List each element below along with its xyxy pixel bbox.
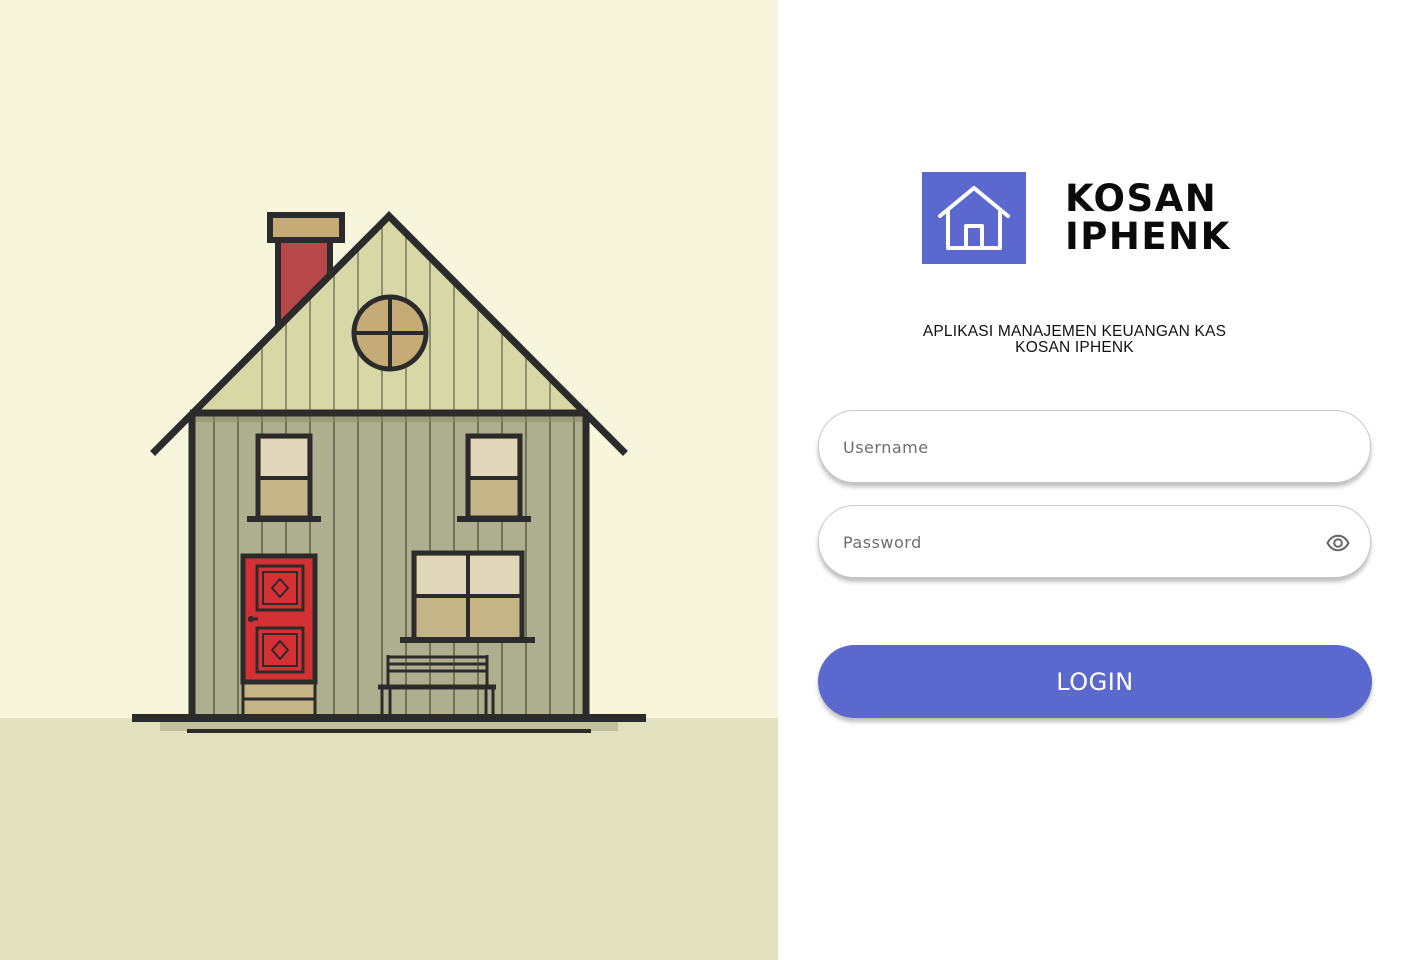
gable [190,216,588,414]
illustration-panel [0,0,778,960]
login-page: KOSAN IPHENK APLIKASI MANAJEMEN KEUANGAN… [0,0,1417,960]
password-input[interactable] [841,506,1315,579]
foundation [132,714,646,733]
username-field [818,410,1371,484]
window-lower [400,550,535,643]
house-illustration [0,211,778,960]
eye-icon[interactable] [1326,531,1350,555]
brand-logo [922,172,1026,264]
brand: KOSAN IPHENK [922,172,1231,264]
front-door [240,553,318,718]
username-input[interactable] [841,411,1315,484]
login-panel: KOSAN IPHENK APLIKASI MANAJEMEN KEUANGAN… [778,0,1417,960]
password-field [818,505,1371,579]
login-button[interactable]: LOGIN [818,645,1372,718]
window-upper-left [247,433,321,522]
ground [0,718,778,960]
window-upper-right [457,433,531,522]
brand-name: KOSAN IPHENK [1065,177,1231,258]
app-subtitle: APLIKASI MANAJEMEN KEUANGAN KAS KOSAN IP… [922,323,1227,356]
house-icon [938,186,1010,250]
